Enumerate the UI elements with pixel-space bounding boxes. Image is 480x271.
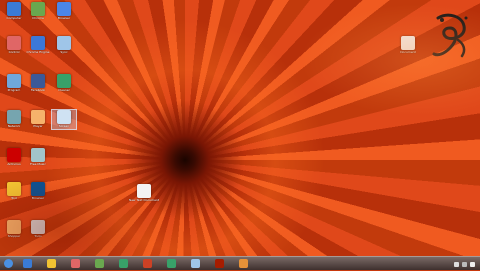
taskbar-button-ie[interactable] xyxy=(16,258,38,270)
app-icon xyxy=(7,110,21,124)
app-icon xyxy=(7,182,21,196)
desktop-icon-4[interactable]: Chrome Engine xyxy=(26,36,50,55)
desktop-icon-label: Cleaner xyxy=(58,88,70,92)
folder-icon xyxy=(46,259,56,268)
desktop-icon-15[interactable]: Browser xyxy=(26,182,50,201)
app-icon xyxy=(57,110,71,124)
app-icon xyxy=(7,220,21,234)
system-tray xyxy=(454,257,478,271)
desktop-icon-label: Tools xyxy=(34,234,42,238)
taskbar-button-folder[interactable] xyxy=(40,258,62,270)
app-icon xyxy=(401,36,415,50)
desktop-icon-label: Antivirus xyxy=(7,162,21,166)
taskbar xyxy=(0,256,480,270)
app-icon xyxy=(142,259,152,268)
desktop[interactable]: Computer Chrome Browser Control Chrome Engin… xyxy=(0,0,480,256)
desktop-icon-6[interactable]: Program xyxy=(2,74,26,93)
app-icon xyxy=(7,74,21,88)
taskbar-button-ccleaner[interactable] xyxy=(112,258,134,270)
desktop-icon-label: Chrome xyxy=(32,16,44,20)
desktop-icon-17[interactable]: Tools xyxy=(26,220,50,239)
desktop-icon-label: Program xyxy=(7,88,21,92)
app-icon xyxy=(31,74,45,88)
app-icon xyxy=(31,148,45,162)
start-icon xyxy=(3,259,13,268)
desktop-icon-label: Computer xyxy=(6,16,22,20)
desktop-icon-label: Document xyxy=(400,50,416,54)
desktop-icon-7[interactable]: Facebook xyxy=(26,74,50,93)
desktop-icon-18[interactable]: New Text Document xyxy=(128,184,160,203)
desktop-icon-label: Browser xyxy=(31,196,45,200)
app-icon xyxy=(31,220,45,234)
taskbar-button-chrome[interactable] xyxy=(88,258,110,270)
media-icon xyxy=(70,259,80,268)
desktop-icon-label: Sync xyxy=(60,50,68,54)
desktop-icon-3[interactable]: Control xyxy=(2,36,26,55)
volume-icon[interactable] xyxy=(470,261,475,267)
app-icon xyxy=(137,184,151,198)
ccleaner-icon xyxy=(118,259,128,268)
taskbar-button-start[interactable] xyxy=(2,258,14,270)
app-icon xyxy=(7,36,21,50)
taskbar-button-ccleaner2[interactable] xyxy=(160,258,182,270)
desktop-icon-19[interactable]: Document xyxy=(396,36,420,55)
desktop-icon-1[interactable]: Chrome xyxy=(26,2,50,21)
desktop-icon-label: Free Music xyxy=(30,162,46,166)
desktop-icon-2[interactable]: Browser xyxy=(52,2,76,21)
desktop-icon-0[interactable]: Computer xyxy=(2,2,26,21)
desktop-icon-label: Shopper xyxy=(7,234,21,238)
desktop-icon-label: Browser xyxy=(57,16,71,20)
ie-icon xyxy=(22,259,32,268)
desktop-icon-label: Tool xyxy=(11,196,17,200)
desktop-icon-label: New Text Document xyxy=(128,198,160,202)
desktop-icon-label: Screen xyxy=(58,124,70,128)
desktop-icon-label: Control xyxy=(8,50,20,54)
desktop-icon-label: Network xyxy=(7,124,21,128)
taskbar-button-app[interactable] xyxy=(136,258,158,270)
desktop-icon-14[interactable]: Tool xyxy=(2,182,26,201)
desktop-icon-label: Facebook xyxy=(30,88,46,92)
desktop-icon-11[interactable]: Screen xyxy=(51,109,77,130)
flag-icon[interactable] xyxy=(454,261,459,267)
taskbar-button-app3[interactable] xyxy=(232,258,254,270)
app-icon xyxy=(31,110,45,124)
desktop-icon-label: Player xyxy=(33,124,43,128)
chrome-icon xyxy=(94,259,104,268)
app-icon xyxy=(31,36,45,50)
desktop-icon-13[interactable]: Free Music xyxy=(26,148,50,167)
desktop-icon-5[interactable]: Sync xyxy=(52,36,76,55)
taskbar-button-player[interactable] xyxy=(184,258,206,270)
app-icon xyxy=(57,2,71,16)
app-icon xyxy=(7,2,21,16)
desktop-icon-9[interactable]: Network xyxy=(2,110,26,129)
taskbar-button-media[interactable] xyxy=(64,258,86,270)
desktop-icon-label: Chrome Engine xyxy=(26,50,50,54)
ccleaner2-icon xyxy=(166,259,176,268)
network-icon[interactable] xyxy=(462,261,467,267)
player-icon xyxy=(190,259,200,268)
app-icon xyxy=(7,148,21,162)
taskbar-button-app2[interactable] xyxy=(208,258,230,270)
desktop-icon-12[interactable]: Antivirus xyxy=(2,148,26,167)
app-icon xyxy=(31,182,45,196)
app3-icon xyxy=(238,259,248,268)
app-icon xyxy=(57,36,71,50)
desktop-icon-16[interactable]: Shopper xyxy=(2,220,26,239)
desktop-icon-10[interactable]: Player xyxy=(26,110,50,129)
desktop-icon-8[interactable]: Cleaner xyxy=(52,74,76,93)
calligraphy-emblem xyxy=(432,13,468,58)
app-icon xyxy=(57,74,71,88)
app-icon xyxy=(31,2,45,16)
app2-icon xyxy=(214,259,224,268)
